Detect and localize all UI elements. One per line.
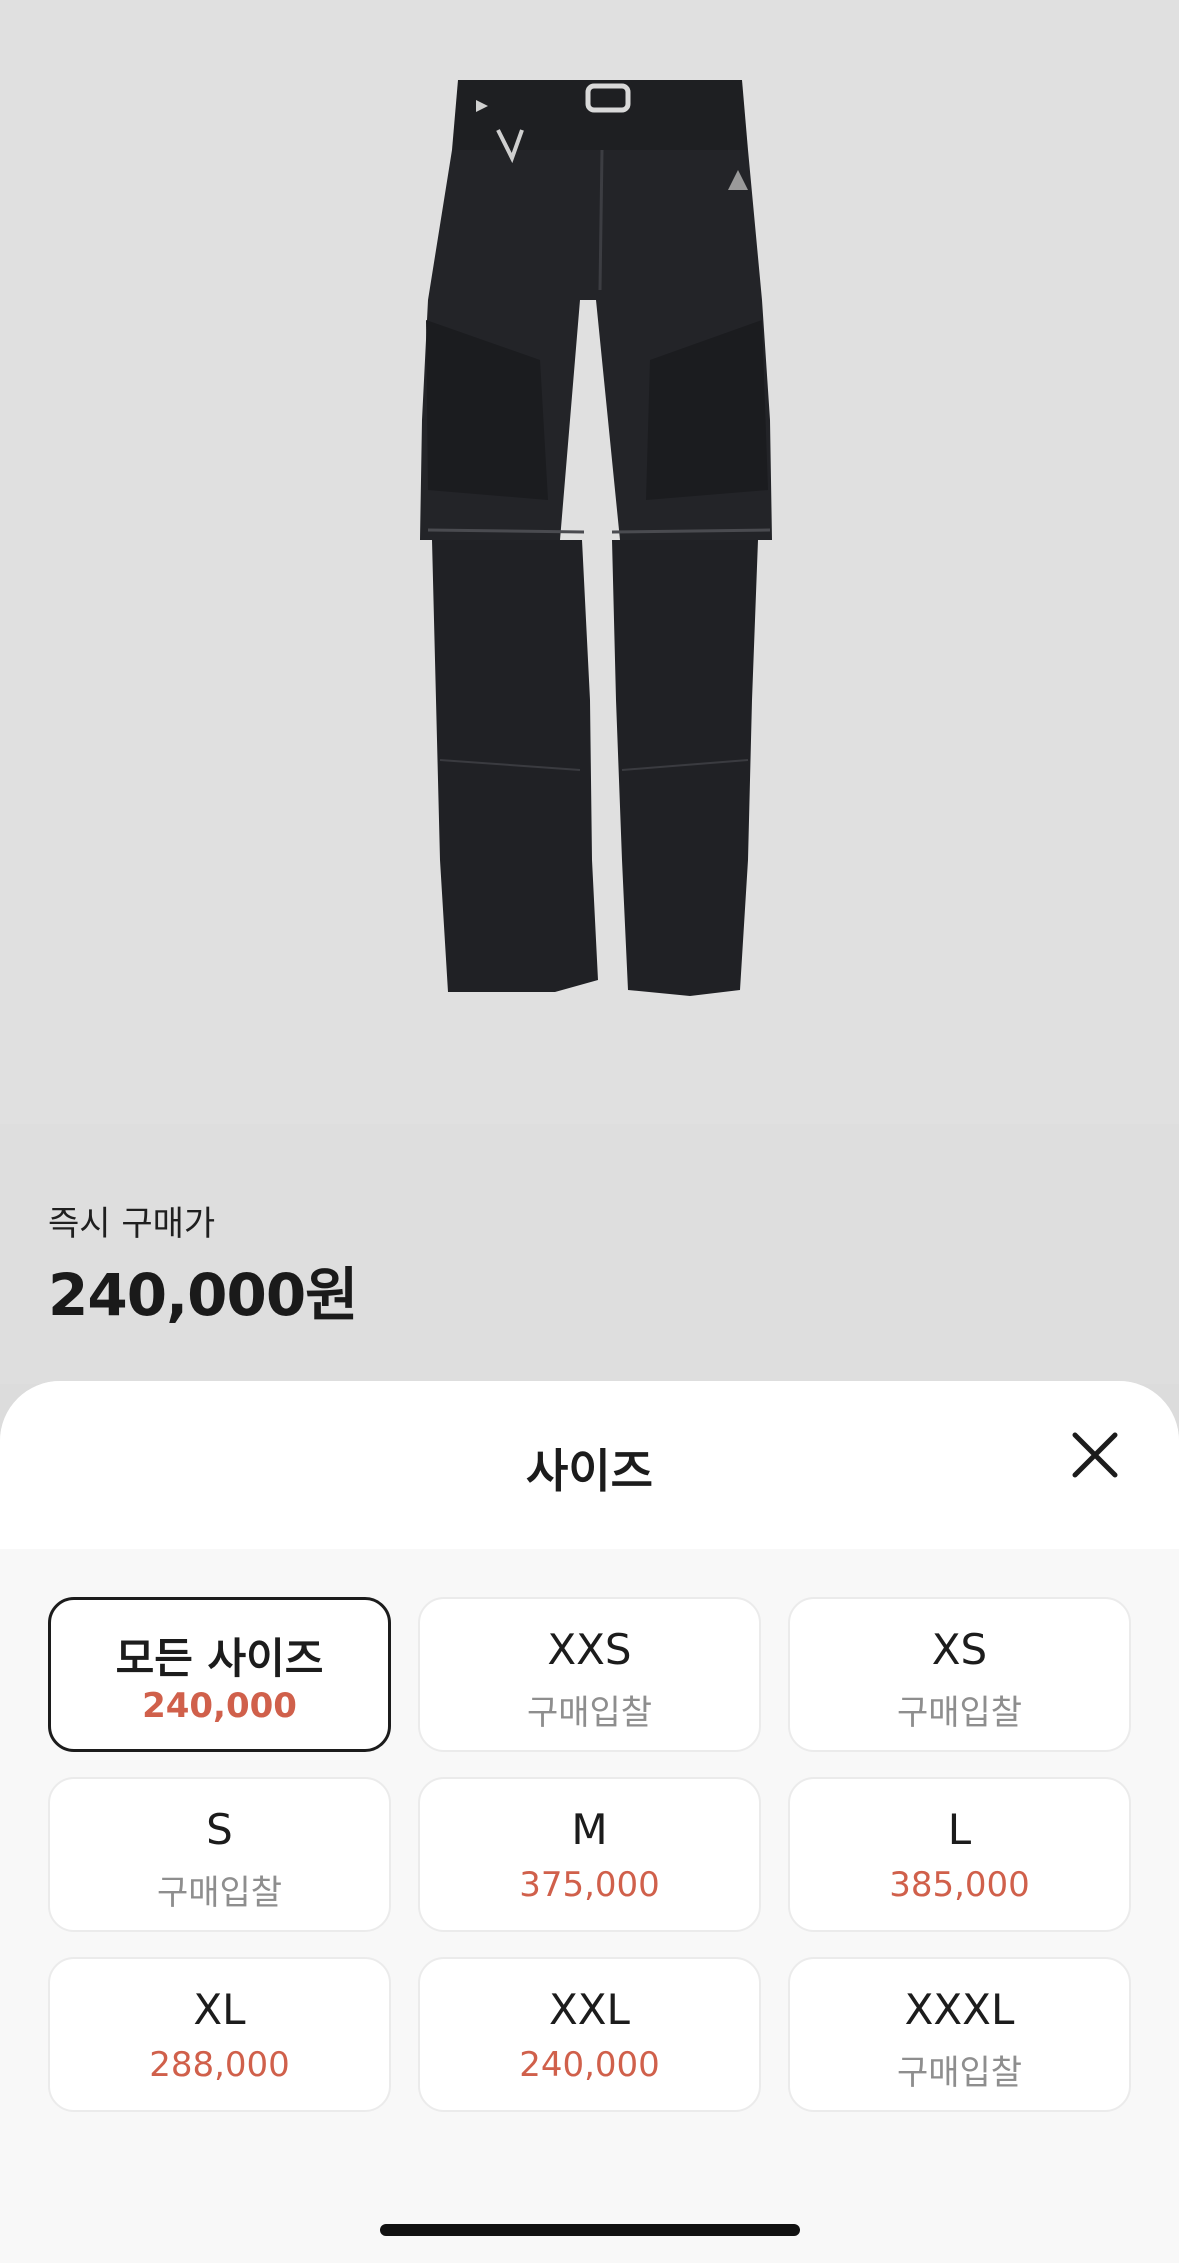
close-button[interactable] <box>1055 1415 1135 1495</box>
size-option[interactable]: XXS 구매입찰 <box>418 1597 761 1752</box>
size-option-price: 240,000 <box>142 1686 297 1726</box>
size-option-bid-label: 구매입찰 <box>896 1693 1023 1733</box>
size-option-price: 240,000 <box>519 2045 660 2085</box>
close-icon <box>1072 1432 1118 1478</box>
size-option[interactable]: XS 구매입찰 <box>788 1597 1131 1752</box>
instant-buy-price-label: 즉시 구매가 <box>48 1204 216 1244</box>
size-option-price: 375,000 <box>519 1865 660 1905</box>
sheet-title: 사이즈 <box>526 1444 653 1498</box>
size-option-name: XL <box>193 1985 246 2034</box>
size-option-name: XXS <box>547 1625 632 1674</box>
size-option[interactable]: XXXL 구매입찰 <box>788 1957 1131 2112</box>
size-option-name: 모든 사이즈 <box>115 1634 324 1683</box>
size-option-bid-label: 구매입찰 <box>526 1693 653 1733</box>
size-option-name: XXXL <box>904 1985 1015 2034</box>
size-option-bid-label: 구매입찰 <box>896 2053 1023 2093</box>
size-option-price: 385,000 <box>889 1865 1030 1905</box>
size-option[interactable]: 모든 사이즈 240,000 <box>48 1597 391 1752</box>
size-option-price: 288,000 <box>149 2045 290 2085</box>
size-option-name: M <box>571 1805 608 1854</box>
size-bottom-sheet: 사이즈 모든 사이즈 240,000 XXS 구매입찰 XS 구매입찰 S 구매입찰 M 375,… <box>0 1381 1179 2263</box>
size-option[interactable]: XXL 240,000 <box>418 1957 761 2112</box>
size-option[interactable]: S 구매입찰 <box>48 1777 391 1932</box>
instant-buy-price-value: 240,000원 <box>48 1261 359 1329</box>
cargo-pants-image <box>420 80 772 996</box>
size-option-name: XXL <box>549 1985 630 2034</box>
price-section: 즉시 구매가 240,000원 <box>0 1124 1179 1384</box>
product-image <box>0 0 1179 1124</box>
sheet-header: 사이즈 <box>0 1381 1179 1549</box>
size-option-name: L <box>947 1805 972 1854</box>
size-option-name: S <box>206 1805 233 1854</box>
size-option[interactable]: M 375,000 <box>418 1777 761 1932</box>
home-indicator <box>380 2224 800 2236</box>
size-option-bid-label: 구매입찰 <box>156 1873 283 1913</box>
size-option[interactable]: XL 288,000 <box>48 1957 391 2112</box>
size-option[interactable]: L 385,000 <box>788 1777 1131 1932</box>
screen: 즉시 구매가 240,000원 사이즈 모든 사이즈 240,000 XXS 구매입찰… <box>0 0 1179 2263</box>
size-option-name: XS <box>931 1625 988 1674</box>
